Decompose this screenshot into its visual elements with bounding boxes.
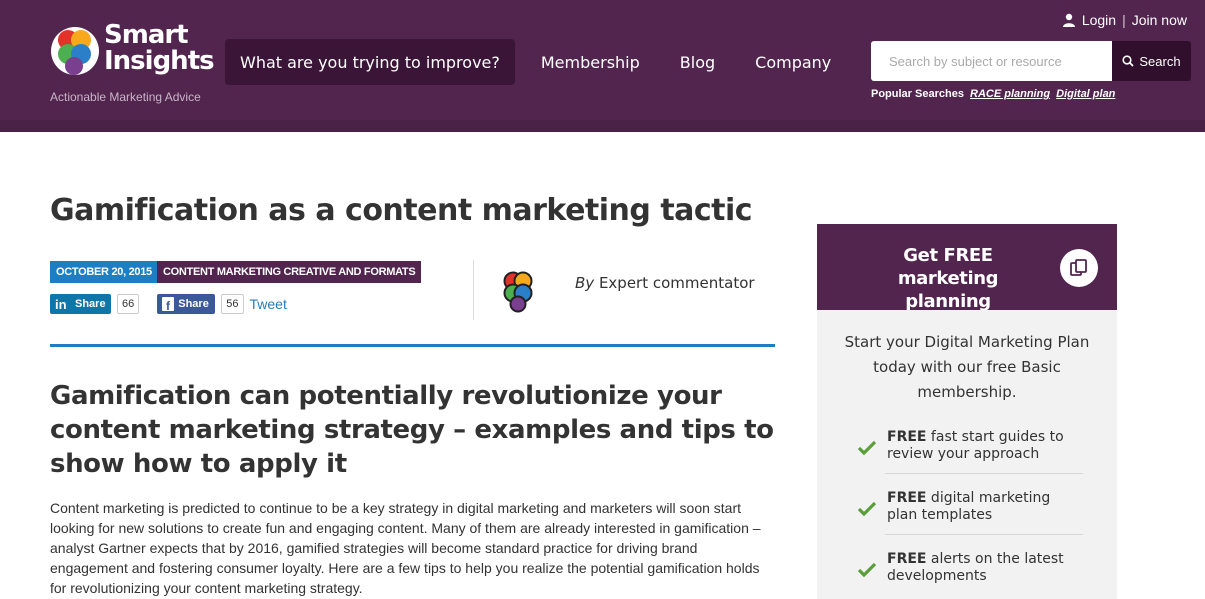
svg-text:in: in xyxy=(55,297,67,311)
article-intro-paragraph: Content marketing is predicted to contin… xyxy=(50,500,761,596)
benefit-text: FREE fast start guides to review your ap… xyxy=(887,429,1082,463)
login-link[interactable]: Login xyxy=(1082,12,1116,28)
templates-icon xyxy=(1060,249,1098,287)
logo-tagline: Actionable Marketing Advice xyxy=(50,90,201,104)
nav-membership[interactable]: Membership xyxy=(521,39,660,85)
promo-intro: Start your Digital Marketing Plan today … xyxy=(844,333,1090,401)
logo-wordmark: Smart Insights xyxy=(104,20,215,76)
benefit-divider xyxy=(885,534,1083,535)
main-nav: What are you trying to improve? Membersh… xyxy=(225,39,851,85)
author-byline: By Expert commentator xyxy=(575,274,755,292)
join-now-link[interactable]: Join now xyxy=(1132,12,1187,28)
nav-company[interactable]: Company xyxy=(735,39,851,85)
search-button-label: Search xyxy=(1139,53,1181,69)
author-avatar-icon xyxy=(503,271,533,313)
site-logo[interactable]: Smart Insights Actionable Marketing Advi… xyxy=(50,16,220,106)
article-subtitle: Gamification can potentially revolutioni… xyxy=(50,381,774,479)
benefit-item: FREE alerts on the latest developments xyxy=(857,551,1082,585)
tweet-link[interactable]: Tweet xyxy=(250,296,287,312)
article-divider xyxy=(50,344,775,347)
linkedin-icon: in xyxy=(55,297,67,311)
benefit-free: FREE xyxy=(887,551,927,567)
facebook-share-label: Share xyxy=(178,298,209,310)
article-title: Gamification as a content marketing tact… xyxy=(50,193,753,228)
author-prefix: By xyxy=(575,274,595,292)
share-bar: in Share 66 f Share 56 Tweet xyxy=(50,293,287,315)
header-bottom-strip xyxy=(0,120,1205,132)
facebook-share-button[interactable]: f Share xyxy=(157,294,216,314)
smart-insights-logo-icon xyxy=(51,27,99,75)
benefit-text: FREE alerts on the latest developments xyxy=(887,551,1082,585)
copy-documents-icon xyxy=(1070,259,1087,276)
popular-link-race-planning[interactable]: RACE planning xyxy=(970,88,1050,100)
author-name[interactable]: Expert commentator xyxy=(599,274,755,292)
popular-link-digital-plan[interactable]: Digital plan xyxy=(1056,88,1115,100)
date-badge: OCTOBER 20, 2015 xyxy=(50,261,158,283)
logo-line-1: Smart xyxy=(104,20,189,50)
search-button[interactable]: Search xyxy=(1112,41,1191,81)
promo-panel: Start your Digital Marketing Plan today … xyxy=(817,310,1117,599)
benefit-item: FREE digital marketing plan templates xyxy=(857,490,1082,524)
benefit-free: FREE xyxy=(887,490,927,506)
nav-improve[interactable]: What are you trying to improve? xyxy=(225,39,515,85)
meta-divider xyxy=(473,260,474,320)
search-icon xyxy=(1122,55,1135,67)
facebook-icon: f xyxy=(162,297,175,311)
checkmark-icon xyxy=(857,440,877,456)
checkmark-icon xyxy=(857,501,877,517)
popular-searches-label: Popular Searches xyxy=(871,88,964,100)
facebook-share-count: 56 xyxy=(221,294,244,314)
benefit-item: FREE fast start guides to review your ap… xyxy=(857,429,1082,463)
promo-header[interactable]: Get FREE marketing planning templates xyxy=(817,224,1117,335)
logo-line-2: Insights xyxy=(104,46,215,76)
benefit-text: FREE digital marketing plan templates xyxy=(887,490,1082,524)
site-header: Smart Insights Actionable Marketing Advi… xyxy=(0,0,1205,132)
checkmark-icon xyxy=(857,562,877,578)
search-input[interactable] xyxy=(871,41,1112,81)
linkedin-share-label: Share xyxy=(75,298,106,310)
benefit-divider xyxy=(885,473,1083,474)
user-icon xyxy=(1062,13,1075,27)
benefit-free: FREE xyxy=(887,429,927,445)
account-links: Login | Join now xyxy=(1062,12,1187,28)
nav-blog[interactable]: Blog xyxy=(660,39,735,85)
linkedin-share-button[interactable]: in Share xyxy=(50,294,111,314)
category-badge[interactable]: CONTENT MARKETING CREATIVE AND FORMATS xyxy=(157,261,422,283)
popular-searches: Popular Searches RACE planning Digital p… xyxy=(871,88,1115,100)
account-separator: | xyxy=(1122,12,1126,28)
linkedin-share-count: 66 xyxy=(117,294,140,314)
search-form: Search xyxy=(871,41,1191,81)
